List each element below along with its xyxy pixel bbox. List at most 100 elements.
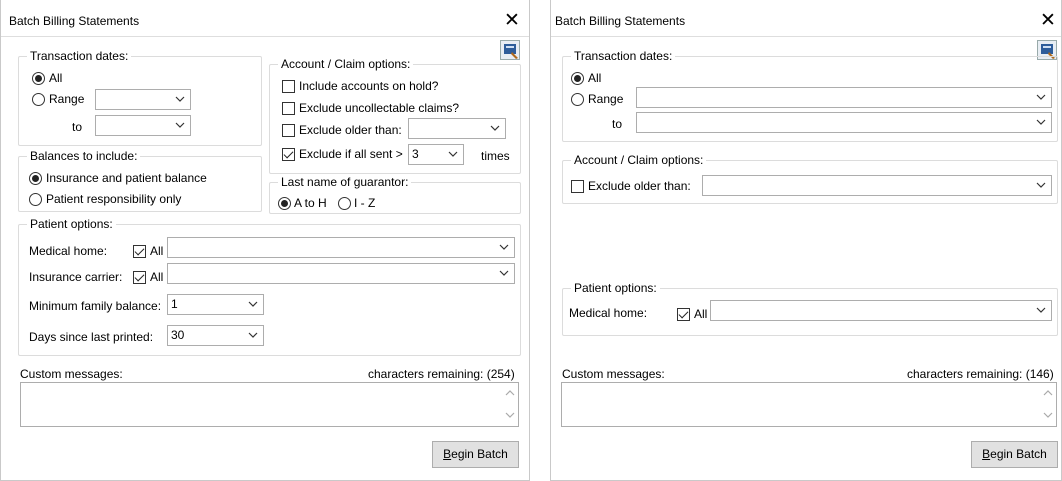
to-label: to	[72, 120, 83, 134]
exclude-older-select[interactable]	[408, 118, 506, 139]
exclude-uncollectable-checkbox[interactable]	[282, 102, 295, 115]
chevron-down-icon	[448, 151, 458, 157]
include-hold-checkbox[interactable]	[282, 80, 295, 93]
title-bar: Batch Billing Statements ✕	[1, 0, 529, 36]
scroll-up-icon[interactable]	[505, 389, 515, 397]
range-radio[interactable]	[571, 93, 584, 106]
chevron-down-icon	[1036, 94, 1046, 100]
characters-remaining: characters remaining: (254)	[368, 367, 515, 381]
scroll-down-icon[interactable]	[505, 411, 515, 419]
begin-batch-accel: B	[443, 447, 452, 461]
chevron-down-icon	[499, 270, 509, 276]
all-dates-label: All	[49, 71, 63, 85]
a-to-h-radio[interactable]	[278, 197, 291, 210]
medical-home-label: Medical home:	[29, 244, 108, 258]
days-since-printed-value: 30	[171, 328, 185, 342]
chevron-down-icon	[175, 96, 185, 102]
all-dates-label: All	[588, 71, 602, 85]
all-dates-radio[interactable]	[571, 72, 584, 85]
chevron-down-icon	[248, 332, 258, 338]
transaction-dates-legend: Transaction dates:	[571, 49, 676, 63]
exclude-older-label: Exclude older than:	[588, 179, 691, 193]
window-title: Batch Billing Statements	[9, 14, 140, 28]
a-to-h-label: A to H	[294, 196, 327, 210]
transaction-dates-legend: Transaction dates:	[27, 49, 132, 63]
patient-responsibility-label: Patient responsibility only	[46, 192, 182, 206]
scroll-up-icon[interactable]	[1043, 389, 1053, 397]
begin-batch-label: egin Batch	[990, 447, 1047, 461]
medical-home-select[interactable]	[167, 237, 515, 258]
exclude-older-select[interactable]	[702, 175, 1052, 196]
chevron-down-icon	[1036, 119, 1046, 125]
batch-billing-window-left: Batch Billing Statements ✕ Transaction d…	[0, 0, 530, 481]
printer-settings-icon[interactable]	[500, 40, 520, 60]
min-family-balance-value: 1	[171, 297, 178, 311]
chevron-down-icon	[1036, 182, 1046, 188]
title-separator	[1, 36, 529, 37]
insurance-carrier-all-label: All	[150, 270, 164, 284]
medical-home-select[interactable]	[710, 300, 1052, 321]
insurance-patient-balance-label: Insurance and patient balance	[46, 171, 207, 185]
patient-responsibility-radio[interactable]	[29, 193, 42, 206]
medical-home-all-label: All	[694, 307, 708, 321]
balances-legend: Balances to include:	[27, 149, 141, 163]
exclude-all-sent-checkbox[interactable]	[282, 148, 295, 161]
i-to-z-label: I - Z	[354, 196, 376, 210]
times-label: times	[481, 149, 510, 163]
title-separator	[551, 36, 1061, 37]
medical-home-label: Medical home:	[569, 306, 648, 320]
begin-batch-label: egin Batch	[451, 447, 508, 461]
all-dates-radio[interactable]	[32, 72, 45, 85]
custom-messages-textarea[interactable]	[561, 382, 1057, 427]
insurance-carrier-select[interactable]	[167, 263, 515, 284]
insurance-carrier-label: Insurance carrier:	[29, 270, 123, 284]
title-bar: Batch Billing Statements ✕	[551, 0, 1061, 36]
begin-batch-button[interactable]: Begin Batch	[432, 441, 519, 468]
range-label: Range	[588, 92, 624, 106]
custom-messages-textarea[interactable]	[20, 382, 519, 427]
min-family-balance-select[interactable]: 1	[167, 294, 264, 315]
begin-batch-accel: B	[982, 447, 991, 461]
i-to-z-radio[interactable]	[338, 197, 351, 210]
chevron-down-icon	[175, 122, 185, 128]
range-radio[interactable]	[32, 93, 45, 106]
custom-messages-label: Custom messages:	[562, 367, 665, 381]
window-title: Batch Billing Statements	[555, 14, 686, 28]
range-to-select[interactable]	[636, 112, 1052, 133]
close-icon[interactable]: ✕	[497, 8, 527, 34]
patient-options-legend: Patient options:	[571, 281, 660, 295]
medical-home-all-checkbox[interactable]	[133, 245, 146, 258]
days-since-printed-label: Days since last printed:	[29, 330, 154, 344]
scroll-down-icon[interactable]	[1043, 411, 1053, 419]
insurance-patient-balance-radio[interactable]	[29, 172, 42, 185]
exclude-uncollectable-label: Exclude uncollectable claims?	[299, 101, 460, 115]
medical-home-all-checkbox[interactable]	[677, 308, 690, 321]
patient-options-legend: Patient options:	[27, 217, 116, 231]
custom-messages-label: Custom messages:	[20, 367, 123, 381]
chevron-down-icon	[248, 301, 258, 307]
exclude-older-label: Exclude older than:	[299, 123, 402, 137]
to-label: to	[612, 117, 623, 131]
chevron-down-icon	[1036, 307, 1046, 313]
range-to-select[interactable]	[95, 115, 191, 136]
exclude-older-checkbox[interactable]	[282, 124, 295, 137]
exclude-older-checkbox[interactable]	[571, 180, 584, 193]
exclude-all-sent-label: Exclude if all sent >	[299, 147, 403, 161]
guarantor-legend: Last name of guarantor:	[278, 175, 412, 189]
range-label: Range	[49, 92, 85, 106]
exclude-all-sent-value: 3	[412, 147, 419, 161]
account-claim-legend: Account / Claim options:	[278, 57, 414, 71]
medical-home-all-label: All	[150, 244, 164, 258]
range-from-select[interactable]	[636, 87, 1052, 108]
account-claim-legend: Account / Claim options:	[571, 153, 707, 167]
chevron-down-icon	[490, 125, 500, 131]
days-since-printed-select[interactable]: 30	[167, 325, 264, 346]
range-from-select[interactable]	[95, 89, 191, 110]
close-icon[interactable]: ✕	[1033, 8, 1061, 34]
insurance-carrier-all-checkbox[interactable]	[133, 271, 146, 284]
chevron-down-icon	[499, 244, 509, 250]
begin-batch-button[interactable]: Begin Batch	[971, 441, 1058, 468]
exclude-all-sent-select[interactable]: 3	[408, 144, 464, 165]
batch-billing-window-right: Batch Billing Statements ✕ Transaction d…	[550, 0, 1062, 481]
characters-remaining: characters remaining: (146)	[907, 367, 1054, 381]
